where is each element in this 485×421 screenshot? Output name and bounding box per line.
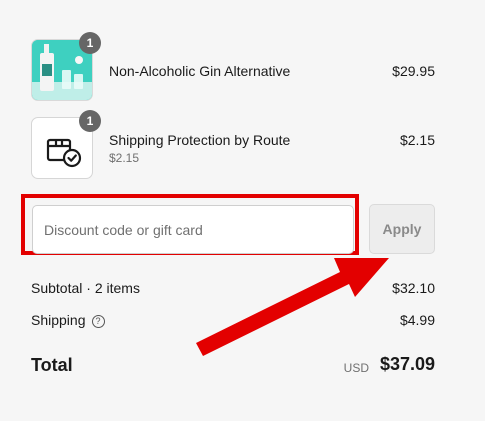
route-product-image: 1 — [31, 110, 101, 179]
line-item: 1 Non-Alcoholic Gin Alternative $29.95 — [31, 32, 435, 101]
shipping-label: Shipping — [31, 312, 86, 328]
product-unit-price: $2.15 — [109, 151, 140, 165]
product-name: Non-Alcoholic Gin Alternative — [109, 63, 291, 79]
total-row: Total USD $37.09 — [31, 353, 435, 379]
total-value: $37.09 — [379, 354, 435, 374]
line-item: 1 Shipping Protection by Route $2.15 $2.… — [31, 110, 435, 179]
shipping-label-group: Shipping? — [31, 312, 105, 328]
product-name: Shipping Protection by Route — [109, 132, 291, 148]
quantity-badge: 1 — [79, 110, 101, 132]
shipping-value: $4.99 — [399, 312, 435, 328]
currency-code: USD — [343, 361, 369, 375]
question-circle-icon[interactable]: ? — [91, 315, 105, 328]
quantity-badge: 1 — [79, 32, 101, 54]
discount-code-input[interactable] — [32, 205, 354, 254]
subtotal-value: $32.10 — [392, 280, 435, 296]
product-price: $2.15 — [399, 132, 435, 148]
apply-button[interactable]: Apply — [369, 204, 435, 254]
total-label: Total — [31, 355, 73, 375]
gin-product-image: 1 — [31, 32, 101, 101]
product-price: $29.95 — [392, 63, 435, 79]
subtotal-label: Subtotal · 2 items — [31, 280, 140, 296]
